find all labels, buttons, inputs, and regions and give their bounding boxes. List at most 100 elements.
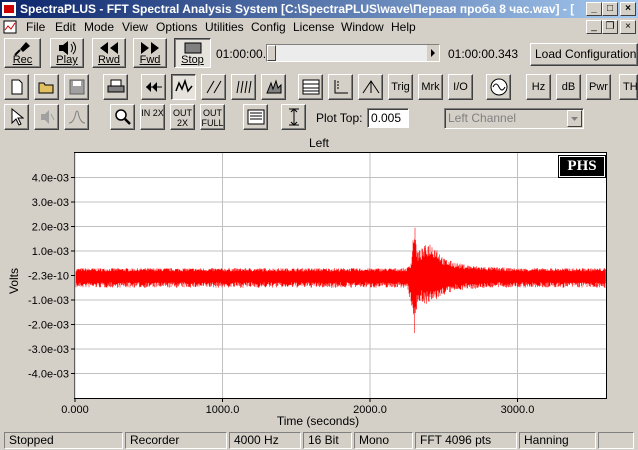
plot-area[interactable] [74, 152, 607, 399]
close-button[interactable]: × [620, 2, 636, 16]
app-icon [2, 2, 16, 16]
title-bar: SpectraPLUS - FFT Spectral Analysis Syst… [0, 0, 638, 18]
speaker-disabled-icon [40, 110, 54, 124]
zoom-button[interactable] [110, 104, 135, 130]
3d-surface-icon [265, 79, 281, 94]
new-file-icon [11, 79, 22, 95]
phase-button[interactable] [201, 74, 226, 100]
rewind-button[interactable]: Rwd [92, 38, 126, 68]
vertical-scale-icon [288, 108, 299, 126]
db-button[interactable]: dB [556, 74, 581, 100]
list-button[interactable] [243, 104, 268, 130]
peak-icon [362, 80, 379, 94]
zoom-in-2x-button[interactable]: IN 2X [140, 104, 165, 130]
spectrum-icon [174, 79, 193, 93]
stop-button[interactable]: Stop [174, 38, 211, 68]
sine-wave-icon [490, 78, 507, 96]
status-channels: Mono [354, 432, 413, 449]
save-disk-icon [69, 79, 84, 95]
io-button[interactable]: I/O [448, 74, 473, 100]
marker-button[interactable]: Mrk [418, 74, 443, 100]
status-window: Hanning [519, 432, 596, 449]
menu-file[interactable]: File [26, 20, 45, 34]
table-icon [302, 79, 319, 95]
spectrum-button[interactable] [171, 74, 196, 100]
peak-button[interactable] [358, 74, 383, 100]
menu-options[interactable]: Options [156, 20, 197, 34]
signal-generator-button[interactable] [486, 74, 511, 100]
channel-dropdown-button[interactable] [567, 110, 582, 127]
channel-select-value: Left Channel [448, 111, 517, 125]
play-button[interactable]: Play [50, 38, 84, 68]
waveform-arrows-icon [145, 82, 162, 92]
menu-license[interactable]: License [293, 20, 334, 34]
slider-thumb[interactable] [267, 45, 276, 61]
open-folder-icon [38, 82, 53, 94]
status-fft: FFT 4096 pts [415, 432, 517, 449]
print-button[interactable] [103, 74, 128, 100]
save-button[interactable] [64, 74, 89, 100]
time-series-button[interactable] [141, 74, 166, 100]
menu-view[interactable]: View [122, 20, 148, 34]
fast-forward-icon [141, 42, 159, 54]
menu-utilities[interactable]: Utilities [205, 20, 244, 34]
new-button[interactable] [4, 74, 29, 100]
menu-bar: File Edit Mode View Options Utilities Co… [0, 18, 638, 36]
zoom-out-full-button[interactable]: OUT FULL [200, 104, 225, 130]
3d-surface-button[interactable] [261, 74, 286, 100]
rewind-icon [100, 42, 118, 54]
zoom-out-2x-button[interactable]: OUT 2X [170, 104, 195, 130]
stop-icon [184, 42, 201, 54]
plot-top-input[interactable]: 0.005 [367, 108, 409, 128]
status-sample-rate: 4000 Hz [229, 432, 301, 449]
rec-label: Rec [12, 54, 33, 66]
power-button[interactable]: Pwr [586, 74, 611, 100]
menu-config[interactable]: Config [251, 20, 286, 34]
menu-edit[interactable]: Edit [55, 20, 76, 34]
window-title: SpectraPLUS - FFT Spectral Analysis Syst… [20, 2, 575, 16]
printer-icon [107, 79, 124, 93]
th-button[interactable]: TH [619, 74, 638, 100]
mdi-restore-button[interactable]: ❐ [602, 20, 618, 34]
stop-label: Stop [181, 54, 204, 66]
chevron-down-icon [571, 117, 578, 121]
trigger-button[interactable]: Trig [388, 74, 413, 100]
channel-select[interactable]: Left Channel [444, 108, 584, 129]
status-bar: Stopped Recorder 4000 Hz 16 Bit Mono FFT… [0, 430, 638, 450]
phase-icon [206, 80, 221, 94]
axis-icon [334, 80, 348, 94]
status-extra [598, 432, 634, 449]
hz-button[interactable]: Hz [526, 74, 551, 100]
spectrogram-icon [236, 80, 251, 94]
mdi-close-button[interactable]: × [620, 20, 636, 34]
forward-button[interactable]: Fwd [133, 38, 167, 68]
magnifier-icon [114, 109, 131, 125]
menu-help[interactable]: Help [391, 20, 416, 34]
envelope-button[interactable] [64, 104, 89, 130]
slider-right-arrow-icon[interactable] [427, 45, 439, 61]
list-icon [247, 109, 264, 125]
menu-window[interactable]: Window [341, 20, 384, 34]
listen-button[interactable] [34, 104, 59, 130]
mdi-minimize-button[interactable]: _ [586, 20, 602, 34]
pointer-button[interactable] [4, 104, 29, 130]
time-end: 01:00:00.343 [448, 47, 519, 61]
play-label: Play [56, 54, 78, 66]
plot-top-label: Plot Top: [316, 111, 363, 125]
bell-curve-icon [68, 110, 85, 124]
document-icon[interactable] [3, 20, 17, 34]
data-table-button[interactable] [298, 74, 323, 100]
menu-mode[interactable]: Mode [84, 20, 114, 34]
cursor-arrow-icon [11, 108, 24, 126]
load-configuration-button[interactable]: Load Configuration [530, 43, 638, 66]
maximize-button[interactable]: □ [602, 2, 618, 16]
status-bits: 16 Bit [303, 432, 352, 449]
plot-title: Left [308, 136, 329, 150]
rec-button[interactable]: Rec [4, 38, 41, 68]
scale-button[interactable] [281, 104, 306, 130]
position-slider[interactable] [266, 44, 440, 62]
spectrogram-button[interactable] [231, 74, 256, 100]
axis-button[interactable] [328, 74, 353, 100]
open-button[interactable] [34, 74, 59, 100]
minimize-button[interactable]: _ [586, 2, 602, 16]
